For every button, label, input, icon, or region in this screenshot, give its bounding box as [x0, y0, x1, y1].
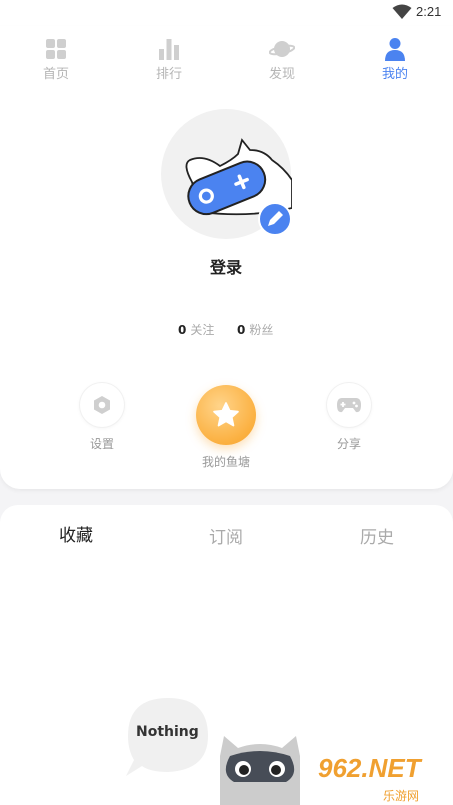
tab-mine-label: 我的 [381, 67, 408, 82]
following-label: 关注 [190, 323, 215, 337]
tab-home-label: 首页 [42, 67, 69, 82]
tab-discover[interactable]: 发现 [237, 36, 327, 82]
status-bar [0, 0, 453, 26]
watermark-text: 962.NET [318, 753, 421, 783]
settings-label: 设置 [89, 437, 114, 451]
following-stat[interactable]: 0 关注 [178, 321, 214, 338]
tab-ranking[interactable]: 排行 [124, 36, 214, 82]
tab-history[interactable]: 历史 [332, 523, 422, 548]
fishwall-label: 我的鱼塘 [201, 455, 250, 469]
login-button[interactable]: 登录 [176, 254, 276, 278]
tab-discover-label: 发现 [268, 67, 295, 82]
tab-mine[interactable]: 我的 [350, 36, 440, 82]
star-icon [213, 402, 239, 427]
tab-subscriptions[interactable]: 订阅 [181, 523, 271, 548]
tab-home[interactable]: 首页 [11, 36, 101, 82]
tab-favorites[interactable]: 收藏 [31, 521, 121, 546]
user-icon [385, 38, 405, 61]
status-time: 2:21 [416, 4, 442, 19]
wifi-icon [392, 4, 412, 19]
avatar[interactable] [160, 108, 293, 240]
fans-stat[interactable]: 0 粉丝 [237, 321, 273, 338]
watermark-subtext: 乐游网 [383, 789, 420, 803]
following-count: 0 [178, 323, 187, 337]
fans-label: 粉丝 [249, 323, 274, 337]
empty-state-illustration [126, 698, 300, 805]
share-label: 分享 [336, 437, 361, 451]
settings-button[interactable] [80, 383, 124, 427]
bar-chart-icon [159, 39, 179, 60]
tab-ranking-label: 排行 [155, 67, 182, 82]
empty-state-text: Nothing [136, 724, 199, 740]
share-button[interactable] [327, 383, 371, 427]
settings-hexagon-icon [94, 396, 110, 414]
gamepad-cat-avatar-icon [161, 109, 293, 239]
pencil-icon [258, 202, 292, 236]
fans-count: 0 [237, 323, 246, 337]
planet-icon [269, 41, 295, 57]
gamepad-icon [337, 398, 361, 413]
fishwall-button[interactable] [196, 385, 256, 445]
grid-icon [46, 39, 66, 59]
